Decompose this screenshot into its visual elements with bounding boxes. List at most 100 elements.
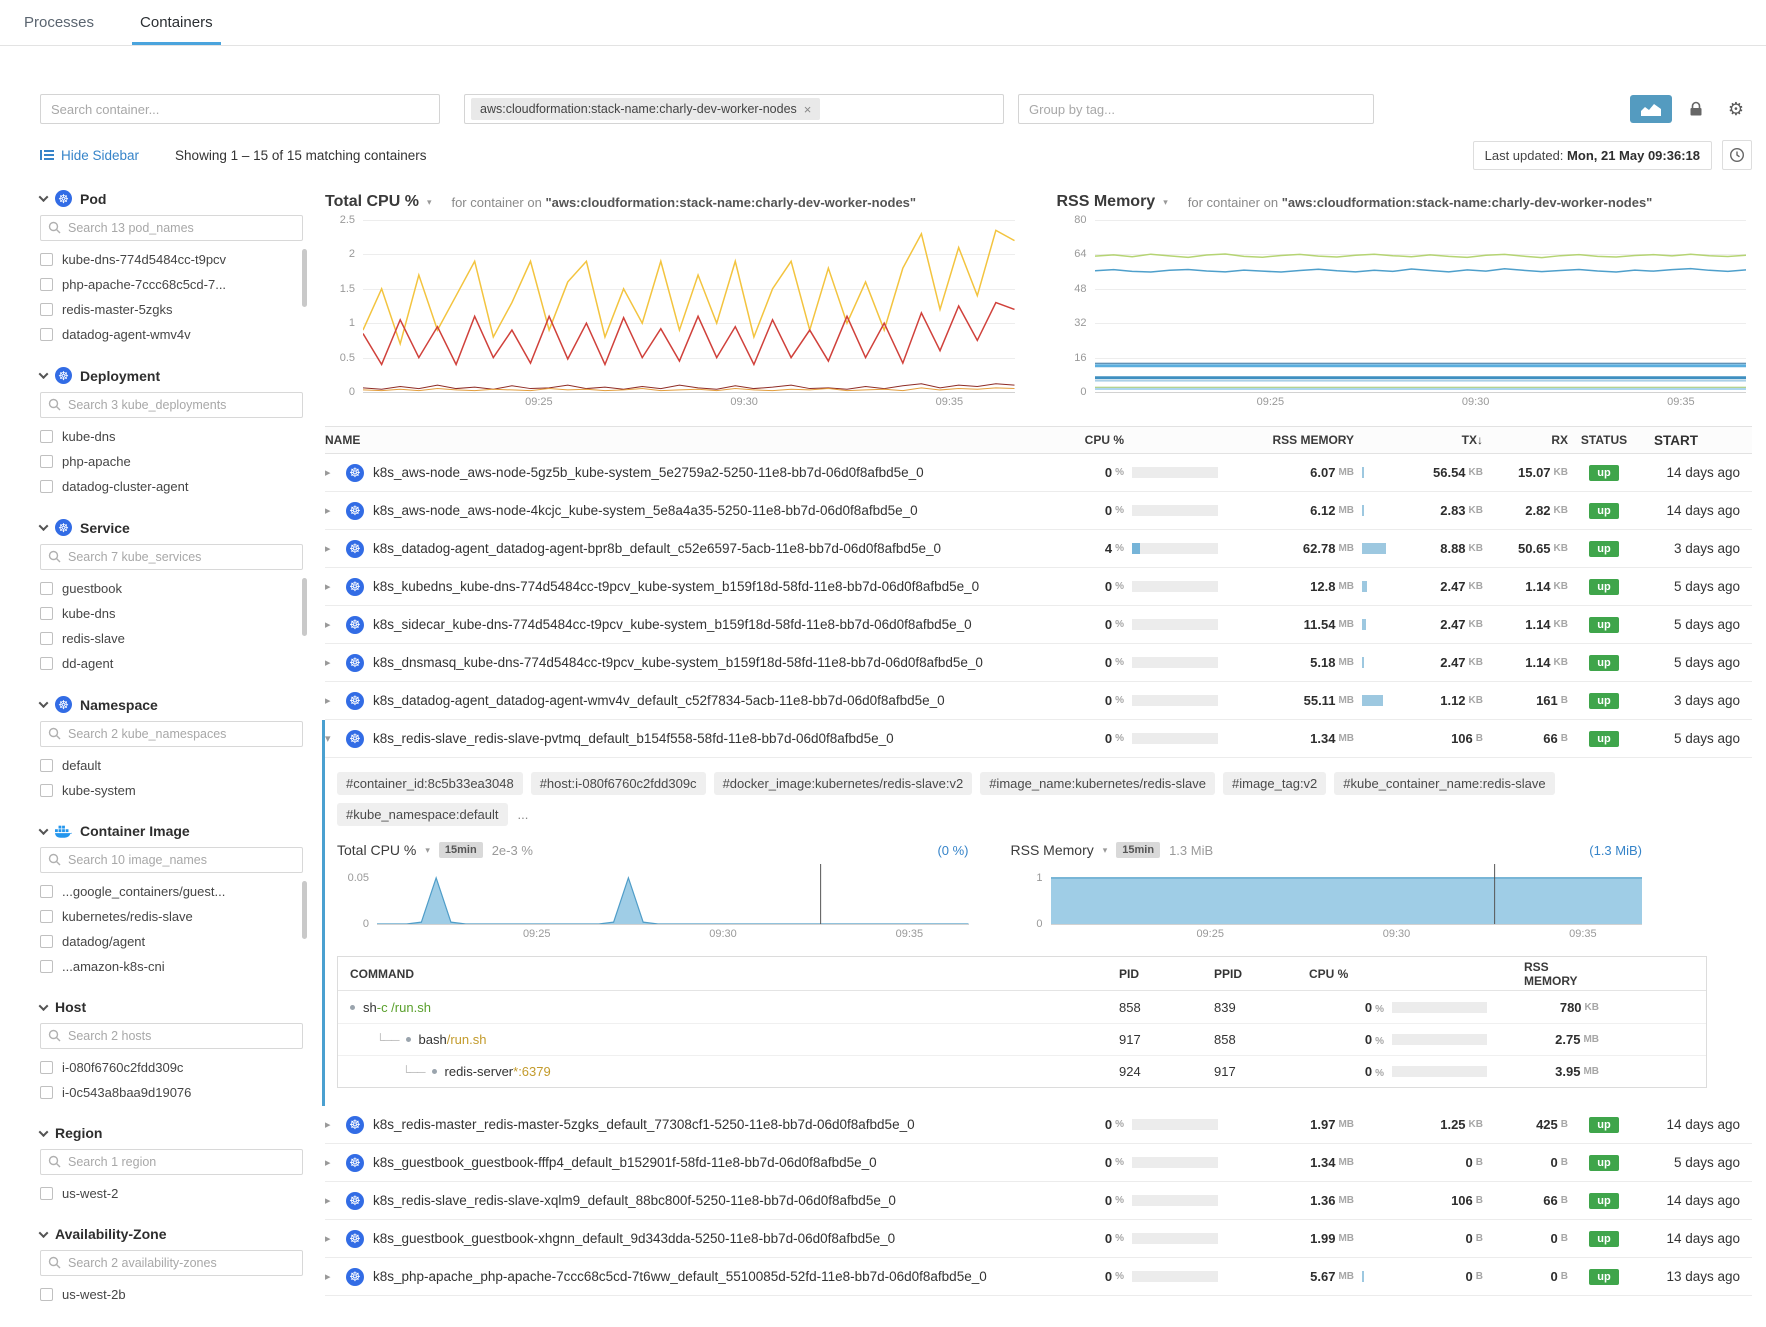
facet-checkbox[interactable]: [40, 759, 53, 772]
facet-item[interactable]: default: [40, 753, 303, 778]
facet-checkbox[interactable]: [40, 1061, 53, 1074]
container-row[interactable]: ▸ ☸ k8s_sidecar_kube-dns-774d5484cc-t9pc…: [325, 606, 1752, 644]
process-column-header-command[interactable]: COMMAND: [350, 967, 1119, 981]
facet-checkbox[interactable]: [40, 582, 53, 595]
expand-chevron-icon[interactable]: ▸: [325, 504, 337, 517]
detail-memory-plot[interactable]: 10: [1051, 864, 1643, 924]
hide-sidebar-link[interactable]: Hide Sidebar: [40, 148, 139, 163]
chevron-down-icon[interactable]: ▾: [427, 197, 432, 208]
chevron-down-icon[interactable]: ▾: [1103, 845, 1108, 856]
facet-item[interactable]: kube-dns: [40, 424, 303, 449]
expand-chevron-icon[interactable]: ▾: [325, 732, 337, 745]
process-row[interactable]: └──bash /run.sh9178580%2.75MB: [338, 1023, 1706, 1055]
container-row[interactable]: ▸ ☸ k8s_redis-slave_redis-slave-xqlm9_de…: [325, 1182, 1752, 1220]
container-search-input[interactable]: [40, 94, 440, 124]
facet-search-input[interactable]: [40, 847, 303, 873]
container-row[interactable]: ▸ ☸ k8s_datadog-agent_datadog-agent-wmv4…: [325, 682, 1752, 720]
facet-item[interactable]: guestbook: [40, 576, 303, 601]
expand-chevron-icon[interactable]: ▸: [325, 1270, 337, 1283]
column-header-start[interactable]: START: [1640, 433, 1752, 448]
facet-header[interactable]: ☸ Namespace: [40, 696, 303, 713]
facet-item[interactable]: datadog-cluster-agent: [40, 474, 303, 499]
facet-item[interactable]: i-0c543a8baa9d19076: [40, 1080, 303, 1105]
facet-checkbox[interactable]: [40, 607, 53, 620]
memory-chart-plot[interactable]: 80644832160: [1095, 220, 1747, 392]
facet-checkbox[interactable]: [40, 253, 53, 266]
column-header-tx[interactable]: TX↓: [1388, 433, 1483, 447]
chart-title[interactable]: RSS Memory: [1057, 193, 1156, 211]
facet-checkbox[interactable]: [40, 278, 53, 291]
facet-item[interactable]: datadog/agent: [40, 929, 303, 954]
facet-header[interactable]: Host: [40, 999, 303, 1015]
facet-header[interactable]: Region: [40, 1125, 303, 1141]
tag-pill[interactable]: #kube_namespace:default: [337, 803, 508, 826]
more-tags-link[interactable]: ...: [516, 807, 531, 822]
facet-checkbox[interactable]: [40, 910, 53, 923]
facet-search-input[interactable]: [40, 1149, 303, 1175]
facet-checkbox[interactable]: [40, 657, 53, 670]
facet-search-input[interactable]: [40, 392, 303, 418]
container-row[interactable]: ▸ ☸ k8s_kubedns_kube-dns-774d5484cc-t9pc…: [325, 568, 1752, 606]
expand-chevron-icon[interactable]: ▸: [325, 618, 337, 631]
facet-checkbox[interactable]: [40, 1086, 53, 1099]
column-header-cpu[interactable]: CPU %: [1068, 433, 1218, 447]
process-row[interactable]: sh -c /run.sh8588390%780KB: [338, 991, 1706, 1023]
detail-cpu-plot[interactable]: 0.050: [377, 864, 969, 924]
container-row[interactable]: ▸ ☸ k8s_dnsmasq_kube-dns-774d5484cc-t9pc…: [325, 644, 1752, 682]
facet-header[interactable]: Availability-Zone: [40, 1226, 303, 1242]
expand-chevron-icon[interactable]: ▸: [325, 1156, 337, 1169]
expand-chevron-icon[interactable]: ▸: [325, 466, 337, 479]
expand-chevron-icon[interactable]: ▸: [325, 542, 337, 555]
facet-checkbox[interactable]: [40, 632, 53, 645]
scrollbar[interactable]: [302, 881, 307, 939]
container-row[interactable]: ▾ ☸ k8s_redis-slave_redis-slave-pvtmq_de…: [325, 720, 1752, 758]
facet-item[interactable]: us-west-2: [40, 1181, 303, 1206]
facet-header[interactable]: ☸ Pod: [40, 190, 303, 207]
facet-checkbox[interactable]: [40, 303, 53, 316]
facet-checkbox[interactable]: [40, 784, 53, 797]
facet-item[interactable]: kube-dns: [40, 601, 303, 626]
container-row[interactable]: ▸ ☸ k8s_datadog-agent_datadog-agent-bpr8…: [325, 530, 1752, 568]
process-column-header-ppid[interactable]: PPID: [1214, 967, 1309, 981]
expand-chevron-icon[interactable]: ▸: [325, 1232, 337, 1245]
facet-checkbox[interactable]: [40, 1187, 53, 1200]
cpu-chart-plot[interactable]: 2.521.510.50: [363, 220, 1015, 392]
facet-item[interactable]: php-apache-7ccc68c5cd-7...: [40, 272, 303, 297]
facet-checkbox[interactable]: [40, 480, 53, 493]
container-row[interactable]: ▸ ☸ k8s_aws-node_aws-node-4kcjc_kube-sys…: [325, 492, 1752, 530]
tag-pill[interactable]: #docker_image:kubernetes/redis-slave:v2: [714, 772, 973, 795]
facet-search-input[interactable]: [40, 215, 303, 241]
container-row[interactable]: ▸ ☸ k8s_php-apache_php-apache-7ccc68c5cd…: [325, 1258, 1752, 1296]
facet-item[interactable]: php-apache: [40, 449, 303, 474]
group-by-input[interactable]: [1018, 94, 1374, 124]
tab-processes[interactable]: Processes: [24, 0, 94, 45]
filter-tags-box[interactable]: aws:cloudformation:stack-name:charly-dev…: [464, 94, 1004, 124]
facet-item[interactable]: kube-dns-774d5484cc-t9pcv: [40, 247, 303, 272]
facet-header[interactable]: Container Image: [40, 823, 303, 839]
facet-item[interactable]: kubernetes/redis-slave: [40, 904, 303, 929]
facet-checkbox[interactable]: [40, 455, 53, 468]
facet-checkbox[interactable]: [40, 960, 53, 973]
mini-chart-title[interactable]: RSS Memory: [1011, 842, 1094, 858]
facet-checkbox[interactable]: [40, 935, 53, 948]
remove-filter-icon[interactable]: ×: [804, 103, 812, 116]
expand-chevron-icon[interactable]: ▸: [325, 694, 337, 707]
process-column-header-pid[interactable]: PID: [1119, 967, 1214, 981]
facet-checkbox[interactable]: [40, 885, 53, 898]
expand-chevron-icon[interactable]: ▸: [325, 580, 337, 593]
facet-search-input[interactable]: [40, 544, 303, 570]
facet-search-input[interactable]: [40, 1250, 303, 1276]
settings-button[interactable]: ⚙: [1720, 95, 1752, 123]
process-row[interactable]: └──redis-server *:63799249170%3.95MB: [338, 1055, 1706, 1087]
facet-checkbox[interactable]: [40, 430, 53, 443]
chart-title[interactable]: Total CPU %: [325, 193, 419, 211]
facet-item[interactable]: kube-system: [40, 778, 303, 803]
scrollbar[interactable]: [302, 249, 307, 307]
facet-item[interactable]: redis-slave: [40, 626, 303, 651]
facet-search-input[interactable]: [40, 721, 303, 747]
facet-item[interactable]: us-west-2b: [40, 1282, 303, 1307]
facet-search-input[interactable]: [40, 1023, 303, 1049]
tab-containers[interactable]: Containers: [140, 0, 213, 45]
facet-header[interactable]: ☸ Deployment: [40, 367, 303, 384]
container-row[interactable]: ▸ ☸ k8s_guestbook_guestbook-fffp4_defaul…: [325, 1144, 1752, 1182]
